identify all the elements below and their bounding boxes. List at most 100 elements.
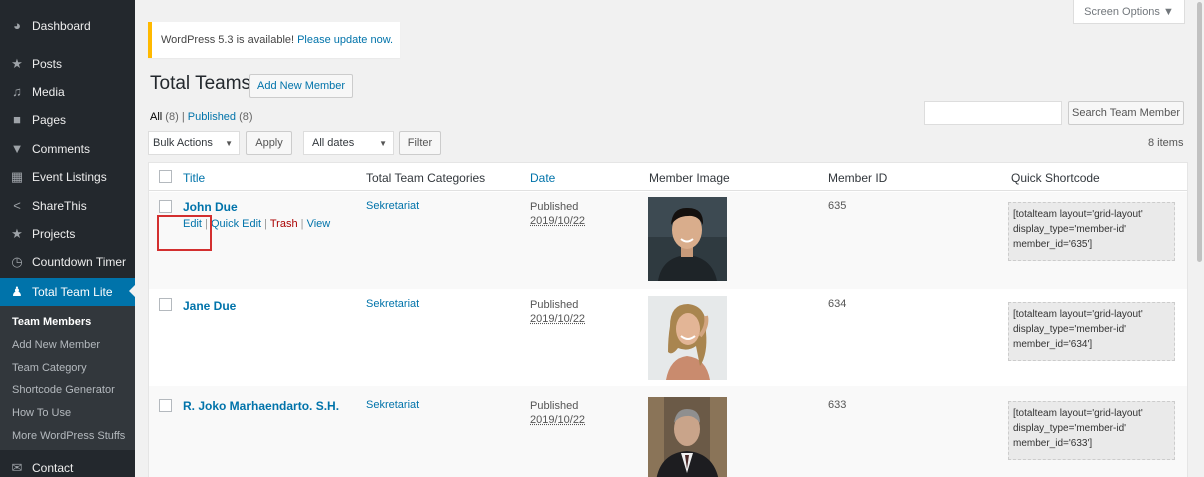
member-id: 633 [828, 399, 847, 411]
menu-item-event-listings[interactable]: ▦ Event Listings [0, 164, 135, 190]
menu-item-sharethis[interactable]: < ShareThis [0, 193, 135, 219]
menu-item-contact[interactable]: ✉ Contact [0, 455, 135, 477]
menu-label: ShareThis [32, 199, 87, 213]
menu-label: Total Team Lite [32, 285, 113, 299]
submenu-team-category[interactable]: Team Category [12, 362, 87, 374]
row-checkbox[interactable] [159, 200, 172, 213]
filter-published[interactable]: Published [188, 111, 236, 123]
filter-all-count: (8) [165, 111, 179, 123]
menu-label: Media [32, 85, 65, 99]
chevron-down-icon: ▼ [379, 138, 387, 148]
menu-item-projects[interactable]: ★ Projects [0, 221, 135, 247]
add-new-member-button[interactable]: Add New Member [249, 74, 354, 98]
search-input[interactable] [924, 101, 1062, 125]
share-icon: < [13, 198, 21, 213]
media-icon: ♫ [12, 84, 22, 99]
menu-label: Pages [32, 113, 67, 127]
member-title-link[interactable]: Jane Due [183, 299, 236, 313]
dashboard-icon: ◕ [13, 18, 21, 33]
menu-label: Contact [32, 461, 74, 475]
submenu-shortcode-generator[interactable]: Shortcode Generator [12, 384, 115, 396]
notice-text: WordPress 5.3 is available! [161, 34, 295, 46]
chevron-down-icon: ▼ [225, 138, 233, 148]
submenu-more-wordpress-stuffs[interactable]: More WordPress Stuffs [12, 430, 125, 442]
table-row: John Due Edit | Quick Edit | Trash | Vie… [149, 192, 1187, 289]
column-categories: Total Team Categories [366, 171, 486, 185]
column-member-id: Member ID [828, 171, 888, 185]
pin-icon: ★ [11, 226, 23, 241]
table-row: Jane Due Sekretariat Published 2019/10/2… [149, 289, 1187, 386]
filter-button[interactable]: Filter [399, 131, 441, 155]
category-link[interactable]: Sekretariat [366, 399, 419, 411]
menu-item-posts[interactable]: ★ Posts [0, 51, 135, 77]
bulk-actions-value: Bulk Actions [153, 137, 213, 149]
member-title-link[interactable]: R. Joko Marhaendarto. S.H. [183, 399, 339, 413]
mail-icon: ✉ [11, 460, 23, 475]
calendar-icon: ▦ [10, 169, 24, 184]
submenu-add-new-member[interactable]: Add New Member [12, 339, 100, 351]
menu-label: Comments [32, 142, 91, 156]
member-title-link[interactable]: John Due [183, 200, 238, 214]
date-cell: Published 2019/10/22 [530, 200, 585, 228]
man-suit-photo [648, 397, 727, 477]
menu-item-countdown-timer[interactable]: ◷ Countdown Timer [0, 249, 135, 275]
menu-item-pages[interactable]: ■ Pages [0, 107, 135, 133]
update-link[interactable]: Please update now. [297, 34, 393, 46]
column-member-image: Member Image [649, 171, 730, 185]
status-filter-links: All (8) | Published (8) [150, 111, 253, 123]
filter-separator: | [181, 111, 185, 123]
edit-highlight-box [157, 215, 212, 251]
date-status: Published [530, 400, 579, 412]
shortcode-box[interactable]: [totalteam layout='grid-layout' display_… [1008, 202, 1175, 261]
young-man-photo [648, 197, 727, 281]
date-status: Published [530, 299, 579, 311]
shortcode-box[interactable]: [totalteam layout='grid-layout' display_… [1008, 401, 1175, 460]
menu-item-comments[interactable]: ▼ Comments [0, 136, 135, 162]
search-team-member-button[interactable]: Search Team Member [1068, 101, 1184, 125]
date-cell: Published 2019/10/22 [530, 399, 585, 427]
bulk-actions-select[interactable]: Bulk Actions ▼ [148, 131, 240, 155]
row-checkbox[interactable] [159, 298, 172, 311]
menu-item-total-team-lite[interactable]: ♟ Total Team Lite [0, 278, 135, 306]
update-notice: WordPress 5.3 is available! Please updat… [148, 22, 400, 58]
table-header: Title Total Team Categories Date Member … [149, 163, 1187, 191]
trash-link[interactable]: Trash [270, 218, 298, 230]
filter-all[interactable]: All [150, 111, 162, 123]
separator: | [300, 218, 304, 230]
user-icon: ♟ [11, 284, 23, 299]
menu-label: Countdown Timer [32, 255, 127, 269]
category-link[interactable]: Sekretariat [366, 298, 419, 310]
clock-icon: ◷ [11, 254, 23, 269]
admin-sidebar: ◕ Dashboard ★ Posts ♫ Media ■ Pages ▼ Co… [0, 0, 135, 477]
date-value: 2019/10/22 [530, 414, 586, 426]
member-id: 635 [828, 200, 847, 212]
screen-options-button[interactable]: Screen Options ▼ [1073, 0, 1185, 24]
page-title: Total Teams [150, 73, 252, 94]
page-scrollbar[interactable] [1196, 0, 1204, 477]
date-value: 2019/10/22 [530, 313, 586, 325]
date-value: 2019/10/22 [530, 215, 586, 227]
date-filter-select[interactable]: All dates ▼ [303, 131, 394, 155]
shortcode-box[interactable]: [totalteam layout='grid-layout' display_… [1008, 302, 1175, 361]
category-link[interactable]: Sekretariat [366, 200, 419, 212]
woman-photo [648, 296, 727, 380]
comment-icon: ▼ [10, 141, 24, 156]
quick-edit-link[interactable]: Quick Edit [211, 218, 261, 230]
submenu-team-members[interactable]: Team Members [12, 316, 91, 328]
pin-icon: ★ [11, 56, 23, 71]
scrollbar-thumb[interactable] [1197, 2, 1202, 262]
total-team-submenu: Team Members Add New Member Team Categor… [0, 306, 135, 450]
row-checkbox[interactable] [159, 399, 172, 412]
separator: | [264, 218, 268, 230]
submenu-how-to-use[interactable]: How To Use [12, 407, 71, 419]
menu-label: Dashboard [32, 19, 91, 33]
menu-item-dashboard[interactable]: ◕ Dashboard [0, 13, 135, 39]
view-link[interactable]: View [307, 218, 331, 230]
column-date[interactable]: Date [530, 171, 555, 185]
select-all-checkbox[interactable] [159, 170, 172, 183]
pages-icon: ■ [13, 112, 21, 127]
column-title[interactable]: Title [183, 171, 205, 185]
apply-button[interactable]: Apply [246, 131, 292, 155]
menu-item-media[interactable]: ♫ Media [0, 79, 135, 105]
date-status: Published [530, 201, 579, 213]
